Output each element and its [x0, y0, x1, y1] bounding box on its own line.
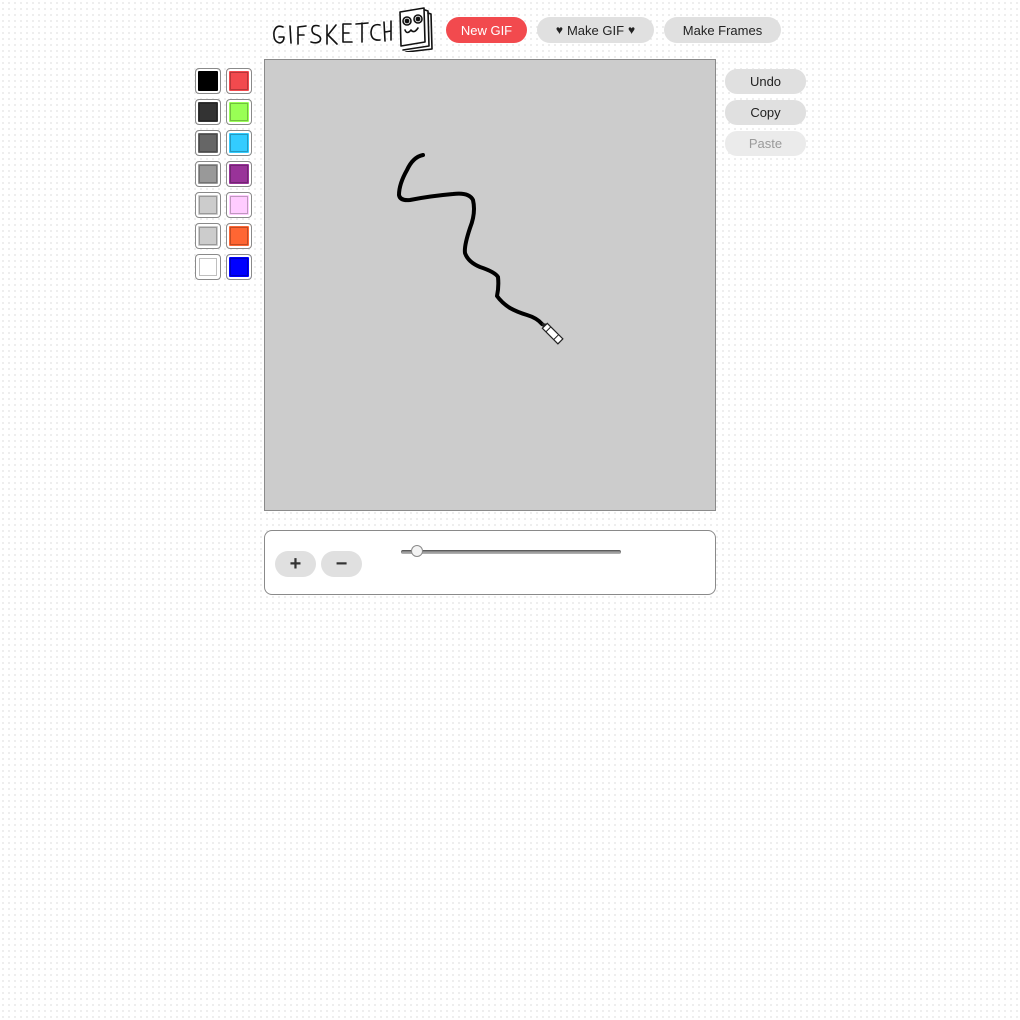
- gifsketch-logo: [270, 4, 436, 53]
- new-gif-button[interactable]: New GIF: [446, 17, 527, 43]
- color-swatch[interactable]: [195, 161, 221, 187]
- color-swatch[interactable]: [195, 68, 221, 94]
- plus-icon: +: [289, 553, 302, 575]
- undo-label: Undo: [749, 74, 782, 89]
- pencil-icon: [541, 322, 564, 345]
- brush-size-slider[interactable]: [401, 545, 621, 557]
- color-swatch[interactable]: [195, 223, 221, 249]
- make-frames-button[interactable]: Make Frames: [664, 17, 781, 43]
- paste-button[interactable]: Paste: [725, 131, 806, 156]
- color-swatch[interactable]: [226, 161, 252, 187]
- brush-size-panel: + −: [264, 530, 716, 595]
- slider-thumb[interactable]: [411, 545, 423, 557]
- copy-button[interactable]: Copy: [725, 100, 806, 125]
- color-swatch[interactable]: [226, 130, 252, 156]
- color-swatch[interactable]: [195, 99, 221, 125]
- color-swatch[interactable]: [195, 192, 221, 218]
- copy-label: Copy: [750, 105, 781, 120]
- new-gif-label: New GIF: [460, 22, 513, 38]
- logo-graphic: [273, 7, 433, 53]
- make-frames-label: Make Frames: [682, 22, 763, 38]
- canvas-drawing: [397, 153, 564, 345]
- color-swatch[interactable]: [226, 68, 252, 94]
- color-swatch[interactable]: [226, 99, 252, 125]
- color-swatch[interactable]: [226, 254, 252, 280]
- undo-button[interactable]: Undo: [725, 69, 806, 94]
- drawing-canvas[interactable]: [264, 59, 716, 511]
- color-swatch[interactable]: [195, 130, 221, 156]
- color-swatch[interactable]: [195, 254, 221, 280]
- color-swatch[interactable]: [226, 223, 252, 249]
- drawn-stroke: [397, 153, 544, 326]
- make-gif-button[interactable]: ♥ Make GIF ♥: [537, 17, 654, 43]
- heart-icon: ♥: [628, 23, 636, 37]
- paste-label: Paste: [748, 136, 783, 151]
- decrease-brush-button[interactable]: −: [321, 551, 362, 577]
- minus-icon: −: [335, 553, 348, 575]
- color-swatch[interactable]: [226, 192, 252, 218]
- heart-icon: ♥: [555, 23, 563, 37]
- make-gif-label: Make GIF: [566, 22, 625, 38]
- increase-brush-button[interactable]: +: [275, 551, 316, 577]
